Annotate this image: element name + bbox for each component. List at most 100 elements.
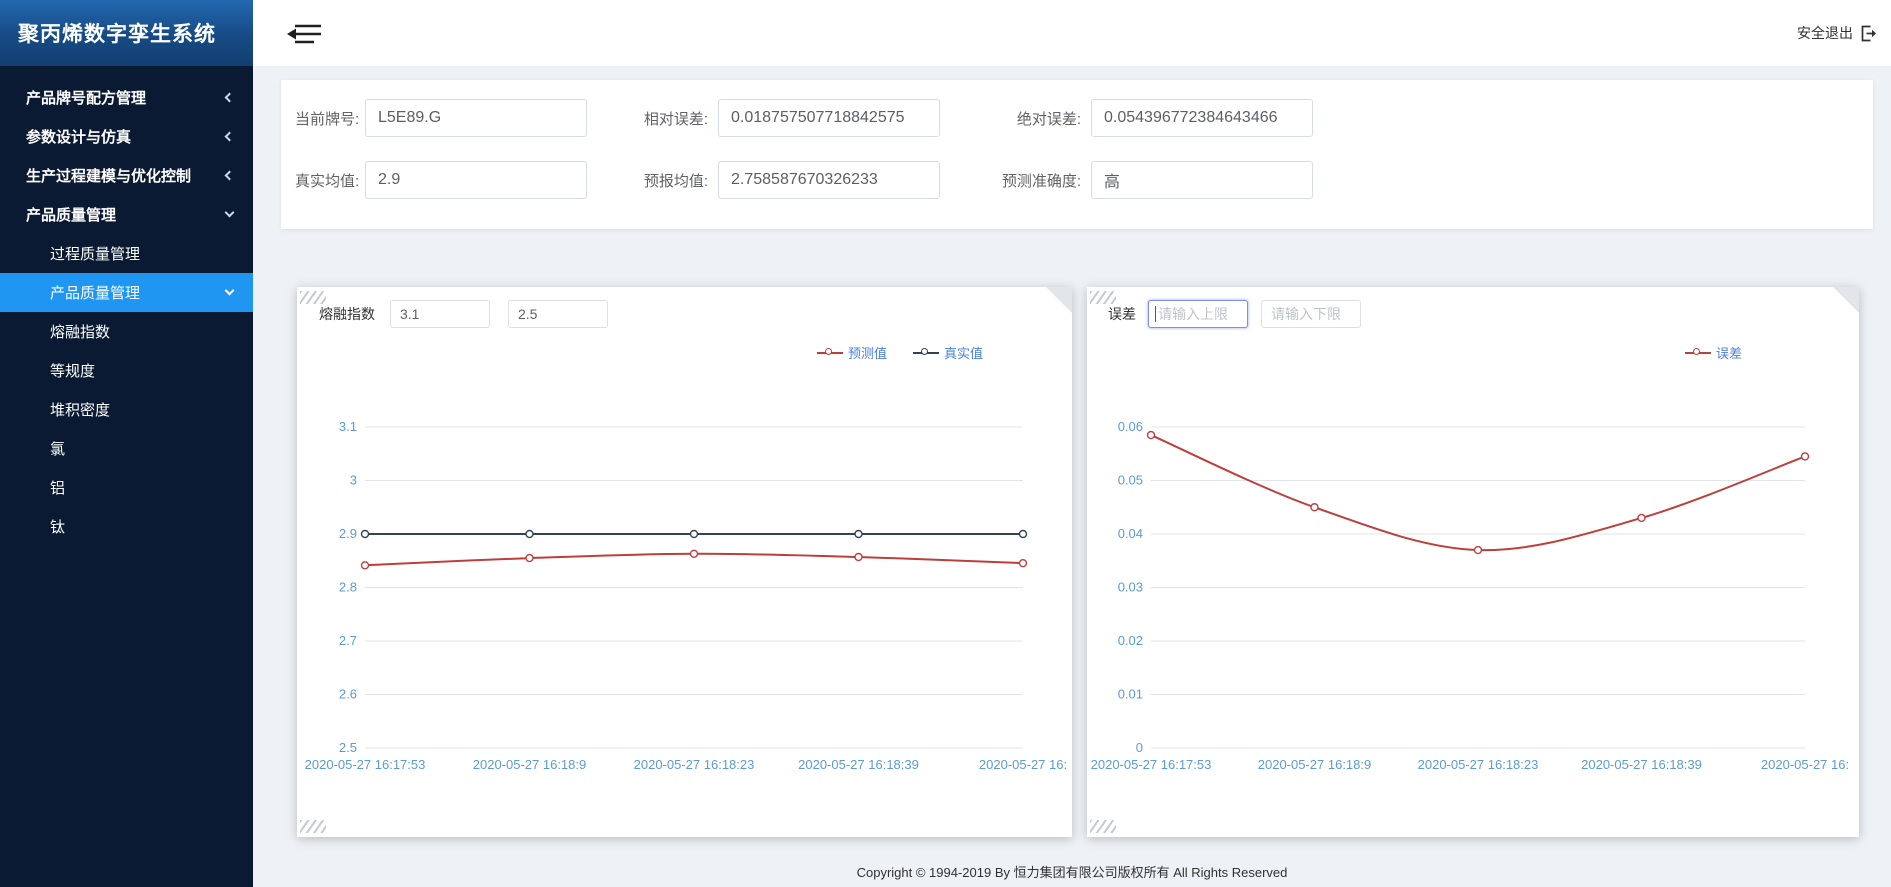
chevron-left-icon bbox=[225, 93, 235, 103]
svg-text:2020-05-27 16:18:39: 2020-05-27 16:18:39 bbox=[798, 757, 919, 772]
summary-field-1: 相对误差: bbox=[621, 99, 940, 137]
summary-field-label: 当前牌号: bbox=[295, 108, 365, 129]
melt-index-legend: 预测值 真实值 bbox=[817, 343, 983, 362]
melt-index-lower-limit-input[interactable] bbox=[508, 300, 608, 328]
svg-text:2.7: 2.7 bbox=[339, 633, 357, 648]
sidebar-item-label: 产品牌号配方管理 bbox=[26, 87, 146, 108]
summary-field-label: 预测准确度: bbox=[981, 170, 1091, 191]
svg-text:2.9: 2.9 bbox=[339, 526, 357, 541]
app-title: 聚丙烯数字孪生系统 bbox=[18, 18, 216, 48]
error-legend: 误差 bbox=[1685, 343, 1742, 362]
sidebar-item-7[interactable]: 等规度 bbox=[0, 351, 253, 390]
legend-line-marker-icon bbox=[913, 348, 939, 357]
legend-line-marker-icon bbox=[1685, 348, 1711, 357]
corner-hatch-decoration bbox=[1090, 291, 1116, 304]
sidebar-item-2[interactable]: 生产过程建模与优化控制 bbox=[0, 156, 253, 195]
melt-index-chart: 2.5 2.6 2.7 2.8 2.9 3 3.1 2020-05-27 16:17:53 20… bbox=[297, 287, 1072, 837]
summary-card: 当前牌号: 相对误差: 绝对误差: 真实均值: 预报均值: 预测准确度: bbox=[281, 80, 1873, 229]
svg-text:0.01: 0.01 bbox=[1118, 687, 1143, 702]
svg-text:2020-05-27 16:: 2020-05-27 16: bbox=[979, 757, 1067, 772]
sidebar-item-label: 等规度 bbox=[50, 360, 95, 381]
svg-text:2020-05-27 16:17:53: 2020-05-27 16:17:53 bbox=[305, 757, 426, 772]
chevron-down-icon bbox=[225, 286, 235, 296]
corner-fold-decoration bbox=[1833, 287, 1859, 313]
text-caret bbox=[1155, 306, 1156, 322]
svg-text:2.8: 2.8 bbox=[339, 580, 357, 595]
logout-button[interactable]: 安全退出 bbox=[1797, 0, 1877, 66]
svg-text:2020-05-27 16:: 2020-05-27 16: bbox=[1761, 757, 1849, 772]
summary-field-label: 预报均值: bbox=[621, 170, 718, 191]
summary-field-4: 预报均值: bbox=[621, 161, 940, 199]
sidebar-item-9[interactable]: 氯 bbox=[0, 429, 253, 468]
melt-index-upper-limit-input[interactable] bbox=[390, 300, 490, 328]
corner-hatch-decoration bbox=[300, 820, 326, 833]
summary-field-5: 预测准确度: bbox=[981, 161, 1313, 199]
summary-field-input-4[interactable] bbox=[718, 161, 940, 199]
sidebar-item-0[interactable]: 产品牌号配方管理 bbox=[0, 78, 253, 117]
sidebar-item-label: 过程质量管理 bbox=[50, 243, 140, 264]
sidebar-item-label: 堆积密度 bbox=[50, 399, 110, 420]
legend-label: 误差 bbox=[1716, 343, 1742, 362]
legend-line-marker-icon bbox=[817, 348, 843, 357]
error-chart: 00.010.020.030.040.050.062020-05-27 16:1… bbox=[1087, 287, 1859, 837]
svg-text:2020-05-27 16:18:23: 2020-05-27 16:18:23 bbox=[1418, 757, 1539, 772]
topbar: 安全退出 bbox=[253, 0, 1891, 66]
error-lower-limit-input[interactable] bbox=[1261, 300, 1361, 328]
svg-text:2020-05-27 16:18:9: 2020-05-27 16:18:9 bbox=[473, 757, 586, 772]
legend-item-真实值[interactable]: 真实值 bbox=[913, 343, 983, 362]
sidebar-item-4[interactable]: 过程质量管理 bbox=[0, 234, 253, 273]
collapse-sidebar-button[interactable] bbox=[283, 21, 325, 47]
legend-item-误差[interactable]: 误差 bbox=[1685, 343, 1742, 362]
svg-text:3: 3 bbox=[350, 473, 357, 488]
sidebar-item-label: 钛 bbox=[50, 516, 65, 537]
sidebar-item-label: 参数设计与仿真 bbox=[26, 126, 131, 147]
svg-text:2020-05-27 16:18:9: 2020-05-27 16:18:9 bbox=[1258, 757, 1371, 772]
svg-text:2020-05-27 16:18:23: 2020-05-27 16:18:23 bbox=[634, 757, 755, 772]
summary-field-input-1[interactable] bbox=[718, 99, 940, 137]
melt-index-chart-card: 2.5 2.6 2.7 2.8 2.9 3 3.1 2020-05-27 16:17:53 20… bbox=[297, 287, 1072, 837]
legend-item-预测值[interactable]: 预测值 bbox=[817, 343, 887, 362]
sidebar-item-label: 熔融指数 bbox=[50, 321, 110, 342]
sidebar-item-label: 产品质量管理 bbox=[26, 204, 116, 225]
summary-field-input-2[interactable] bbox=[1091, 99, 1313, 137]
svg-text:0.03: 0.03 bbox=[1118, 580, 1143, 595]
corner-hatch-decoration bbox=[1090, 820, 1116, 833]
logout-icon bbox=[1860, 25, 1877, 42]
sidebar-item-10[interactable]: 铝 bbox=[0, 468, 253, 507]
svg-text:3.1: 3.1 bbox=[339, 419, 357, 434]
summary-field-label: 绝对误差: bbox=[981, 108, 1091, 129]
svg-text:2020-05-27 16:17:53: 2020-05-27 16:17:53 bbox=[1091, 757, 1212, 772]
summary-field-label: 相对误差: bbox=[621, 108, 718, 129]
sidebar-item-5[interactable]: 产品质量管理 bbox=[0, 273, 253, 312]
sidebar-item-6[interactable]: 熔融指数 bbox=[0, 312, 253, 351]
sidebar-item-8[interactable]: 堆积密度 bbox=[0, 390, 253, 429]
svg-text:0.04: 0.04 bbox=[1118, 526, 1143, 541]
sidebar-item-label: 生产过程建模与优化控制 bbox=[26, 165, 191, 186]
melt-index-chart-title: 熔融指数 bbox=[319, 304, 375, 324]
logout-label: 安全退出 bbox=[1797, 23, 1853, 43]
svg-text:0.06: 0.06 bbox=[1118, 419, 1143, 434]
svg-text:2.6: 2.6 bbox=[339, 687, 357, 702]
error-chart-title: 误差 bbox=[1108, 304, 1136, 324]
error-upper-limit-input[interactable] bbox=[1148, 300, 1248, 328]
sidebar-item-label: 产品质量管理 bbox=[50, 282, 140, 303]
svg-text:0.02: 0.02 bbox=[1118, 633, 1143, 648]
sidebar-item-label: 氯 bbox=[50, 438, 65, 459]
sidebar: 聚丙烯数字孪生系统 产品牌号配方管理参数设计与仿真生产过程建模与优化控制产品质量… bbox=[0, 0, 253, 887]
sidebar-item-label: 铝 bbox=[50, 477, 65, 498]
sidebar-item-11[interactable]: 钛 bbox=[0, 507, 253, 546]
error-chart-card: 00.010.020.030.040.050.062020-05-27 16:1… bbox=[1087, 287, 1859, 837]
main-content: 当前牌号:相对误差:绝对误差:真实均值:预报均值:预测准确度: 2.52.62.… bbox=[253, 66, 1891, 887]
summary-field-input-0[interactable] bbox=[365, 99, 587, 137]
chevron-down-icon bbox=[225, 208, 235, 218]
summary-field-input-5[interactable] bbox=[1091, 161, 1313, 199]
svg-text:2.5: 2.5 bbox=[339, 740, 357, 755]
sidebar-item-1[interactable]: 参数设计与仿真 bbox=[0, 117, 253, 156]
svg-text:0: 0 bbox=[1136, 740, 1143, 755]
summary-field-label: 真实均值: bbox=[295, 170, 365, 191]
sidebar-item-3[interactable]: 产品质量管理 bbox=[0, 195, 253, 234]
corner-fold-decoration bbox=[1046, 287, 1072, 313]
copyright-footer: Copyright © 1994-2019 By 恒力集团有限公司版权所有 Al… bbox=[253, 862, 1891, 881]
legend-label: 预测值 bbox=[848, 343, 887, 362]
summary-field-input-3[interactable] bbox=[365, 161, 587, 199]
